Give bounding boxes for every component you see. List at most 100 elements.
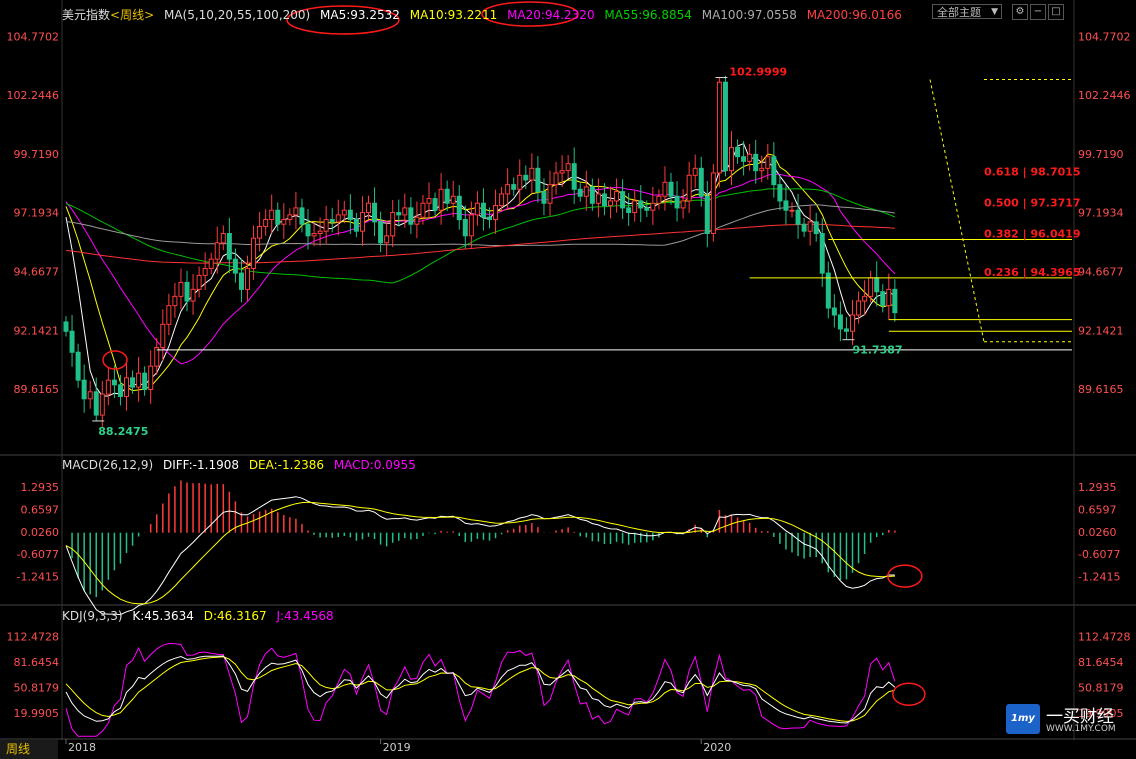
candle	[608, 186, 613, 219]
candle-body	[341, 209, 347, 216]
candle-body	[245, 267, 250, 290]
macd-tick-left: 0.6597	[21, 503, 60, 516]
candle	[124, 361, 129, 411]
candle-body	[892, 288, 898, 314]
macd-diff-line	[65, 496, 895, 616]
candle	[886, 273, 892, 320]
candle	[674, 181, 680, 222]
candle-body	[493, 205, 499, 221]
price-tick-left: 102.2446	[7, 89, 60, 102]
macd-header: MACD(26,12,9) DIFF:-1.1908 DEA:-1.2386 M…	[62, 458, 422, 474]
candle-body	[69, 330, 75, 353]
ma10-line	[65, 153, 895, 392]
candle	[668, 172, 674, 205]
candle	[426, 182, 432, 218]
candle	[353, 212, 359, 238]
macd-hist-value: MACD:0.0955	[333, 458, 416, 472]
candle-body	[886, 288, 892, 307]
candle	[632, 190, 638, 222]
candle-body	[190, 288, 196, 302]
minus-icon[interactable]: −	[1030, 4, 1046, 20]
candle-body	[184, 281, 190, 302]
theme-dropdown[interactable]: 全部主题 ▼	[932, 4, 1002, 19]
candle-body	[329, 219, 335, 223]
logo-url: WWW.1MY.COM	[1046, 724, 1116, 734]
candle-body	[257, 226, 263, 239]
candle-body	[856, 300, 862, 316]
candle	[517, 159, 523, 204]
kdj-tick-right: 112.4728	[1078, 630, 1131, 643]
candle-body	[396, 212, 402, 216]
candle	[263, 209, 269, 236]
price-tick-left: 92.1421	[14, 324, 60, 337]
period-tab-weekly[interactable]: 周线	[0, 740, 58, 759]
candle	[474, 191, 480, 226]
macd-dea-value: DEA:-1.2386	[248, 458, 324, 472]
candle	[480, 188, 486, 231]
fib-level-label: 0.618 | 98.7015	[984, 166, 1081, 179]
candle-body	[353, 219, 359, 232]
candle	[638, 185, 644, 223]
candle	[535, 156, 541, 203]
candle-body	[632, 200, 638, 214]
settings-icon[interactable]: ⚙	[1012, 4, 1028, 20]
candle	[850, 299, 855, 345]
candle-body	[317, 230, 323, 235]
period-label[interactable]: <周线>	[110, 8, 154, 22]
macd-tick-right: -0.6077	[1078, 548, 1120, 561]
kdj-tick-left: 81.6454	[14, 656, 60, 669]
candle	[892, 279, 898, 322]
candle	[384, 221, 390, 257]
candle	[257, 211, 263, 252]
x-tick-label: 2019	[383, 741, 411, 754]
ma20-line	[65, 173, 896, 365]
candle	[208, 252, 214, 275]
maximize-icon[interactable]: □	[1048, 4, 1064, 20]
candle-body	[813, 221, 819, 235]
candle	[81, 364, 87, 413]
kdj-params: KDJ(9,3,3)	[62, 609, 123, 623]
candle	[226, 217, 232, 274]
candle	[335, 199, 341, 236]
ma55-line	[65, 188, 896, 284]
candle-body	[359, 212, 365, 232]
macd-tick-left: 1.2935	[21, 481, 60, 494]
candle	[75, 343, 81, 388]
candle-body	[698, 167, 704, 197]
candle-body	[789, 209, 795, 212]
macd-tick-left: -0.6077	[17, 548, 59, 561]
candle-body	[541, 191, 547, 204]
candle	[499, 186, 505, 212]
candle-body	[196, 274, 202, 290]
candle	[311, 221, 317, 247]
candle-body	[668, 181, 674, 197]
candle	[444, 180, 450, 212]
candle-body	[759, 167, 765, 172]
candle	[178, 268, 184, 309]
candle	[571, 147, 577, 204]
candle-body	[220, 233, 226, 244]
candle-body	[390, 212, 396, 237]
macd-tick-left: -1.2415	[17, 571, 59, 584]
candle-body	[662, 181, 668, 197]
ma20-value: MA20:94.2320	[507, 8, 595, 22]
macd-tick-right: 1.2935	[1078, 481, 1117, 494]
candle	[801, 217, 807, 237]
price-tick-left: 97.1934	[14, 207, 60, 220]
macd-tick-left: 0.0260	[21, 526, 60, 539]
candle-body	[480, 202, 486, 218]
candle-body	[474, 202, 480, 216]
candle	[813, 212, 819, 242]
candle-body	[366, 202, 371, 214]
candle-body	[202, 267, 208, 276]
candle-body	[595, 193, 601, 204]
candle	[698, 156, 704, 207]
candle-body	[583, 186, 589, 197]
candle	[722, 75, 728, 177]
kdj-tick-right: 50.8179	[1078, 682, 1124, 695]
candle-body	[305, 223, 311, 237]
highlight-circle	[102, 350, 128, 370]
macd-tick-right: 0.0260	[1078, 526, 1117, 539]
time-x-axis: 2018 2019 2020	[65, 739, 731, 754]
candle-body	[414, 216, 420, 225]
